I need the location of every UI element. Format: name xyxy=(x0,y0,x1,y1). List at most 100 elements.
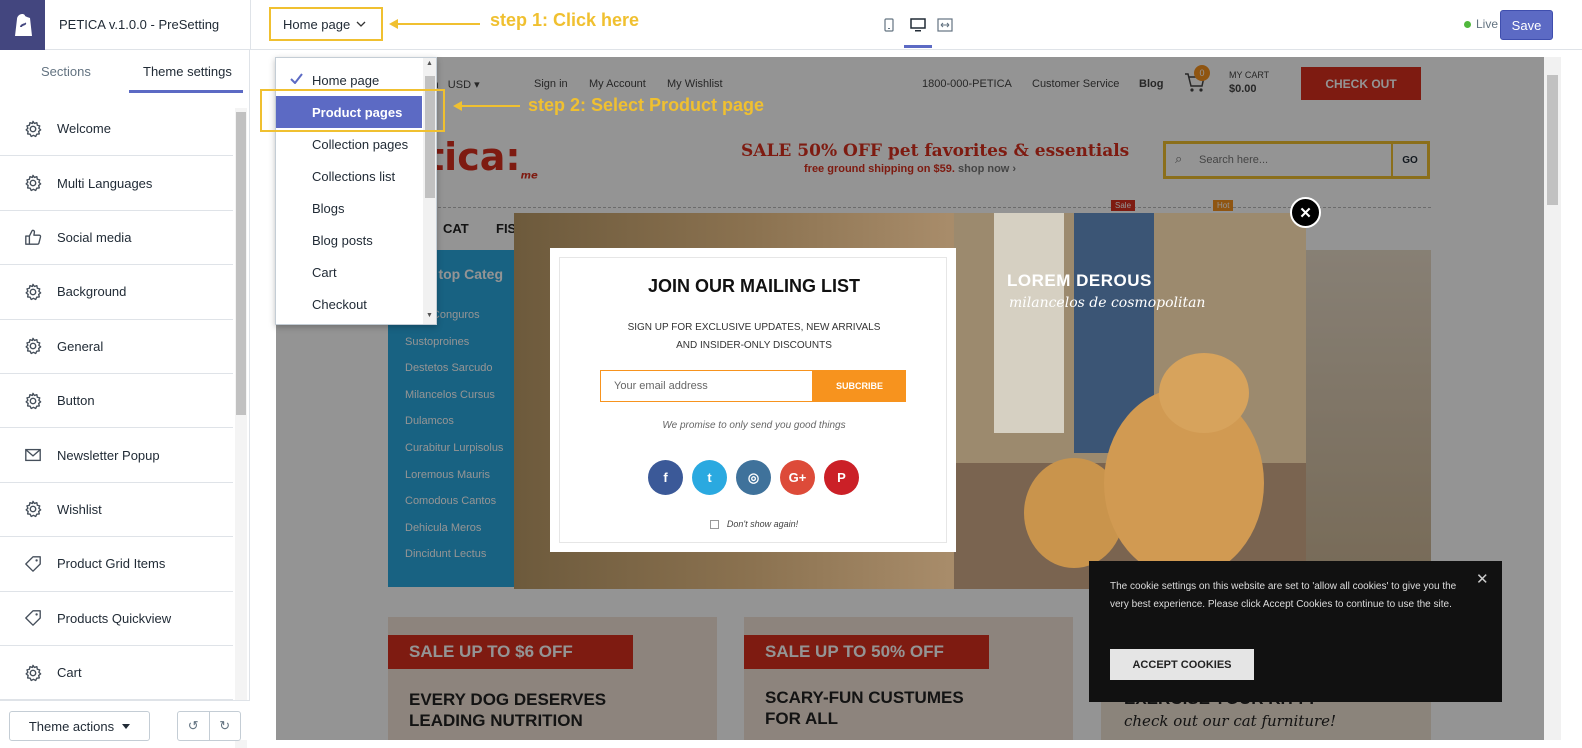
save-button[interactable]: Save xyxy=(1500,10,1553,40)
sidebar-item-social-media[interactable]: Social media xyxy=(0,211,233,266)
dont-show-label: Don't show again! xyxy=(726,519,799,529)
sidebar-item-label: Products Quickview xyxy=(57,610,172,626)
sidebar-item-newsletter-popup[interactable]: Newsletter Popup xyxy=(0,428,233,483)
sidebar-item-label: Social media xyxy=(57,229,132,245)
dont-show-checkbox[interactable] xyxy=(709,519,719,529)
page-select-dropdown[interactable]: Home page xyxy=(269,7,383,41)
sidebar-item-label: Background xyxy=(57,284,127,300)
step1-arrow-icon xyxy=(389,19,398,29)
popup-lorem-title: LOREM DEROUS xyxy=(1007,271,1152,290)
sidebar-tabs: Sections Theme settings xyxy=(0,50,250,95)
instagram-icon[interactable]: ◎ xyxy=(736,460,771,495)
dropdown-item-blogs[interactable]: Blogs xyxy=(276,192,422,224)
undo-icon[interactable]: ↺ xyxy=(178,712,210,740)
sidebar-item-label: General xyxy=(57,338,104,354)
live-dot-icon xyxy=(1464,20,1471,28)
sidebar-item-label: Multi Languages xyxy=(57,175,153,191)
fullscreen-view-icon[interactable] xyxy=(934,14,956,36)
preview-scrollbar[interactable] xyxy=(1544,57,1561,740)
undo-redo-group: ↺ ↻ xyxy=(177,711,241,741)
sidebar-item-label: Wishlist xyxy=(57,501,102,517)
facebook-icon[interactable]: f xyxy=(648,460,683,495)
sidebar-item-label: Cart xyxy=(57,665,82,681)
sidebar-item-label: Welcome xyxy=(57,121,111,137)
gear-icon xyxy=(23,336,43,356)
dropdown-item-collection-pages[interactable]: Collection pages xyxy=(276,128,422,160)
sidebar-item-wishlist[interactable]: Wishlist xyxy=(0,483,233,538)
sidebar-item-products-quickview[interactable]: Products Quickview xyxy=(0,592,233,646)
dropdown-item-label: Blogs xyxy=(312,200,345,216)
editor-topbar: PETICA v.1.0.0 - PreSetting Home page st… xyxy=(0,0,1582,50)
mailing-list-card-inner: JOIN OUR MAILING LIST SIGN UP FOR EXCLUS… xyxy=(559,257,947,543)
dropdown-item-label: Collections list xyxy=(312,168,396,184)
sidebar-item-multi-languages[interactable]: Multi Languages xyxy=(0,156,233,211)
sidebar-scrollbar[interactable] xyxy=(235,108,247,748)
sidebar-item-label: Button xyxy=(57,393,95,409)
cookie-banner: The cookie settings on this website are … xyxy=(1089,561,1502,702)
dropdown-item-label: Collection pages xyxy=(312,136,409,152)
mobile-view-icon[interactable] xyxy=(878,14,900,36)
tab-theme-settings[interactable]: Theme settings xyxy=(143,64,232,79)
gear-icon xyxy=(23,391,43,411)
sidebar-item-background[interactable]: Background xyxy=(0,265,233,320)
step2-arrow-line xyxy=(460,105,520,107)
sidebar-item-product-grid-items[interactable]: Product Grid Items xyxy=(0,537,233,592)
google-plus-icon[interactable]: G+ xyxy=(780,460,815,495)
dropdown-item-checkout[interactable]: Checkout xyxy=(276,288,422,320)
gear-icon xyxy=(23,119,43,139)
dont-show-again[interactable]: Don't show again! xyxy=(560,519,948,529)
theme-actions-button[interactable]: Theme actions xyxy=(9,711,150,741)
mailing-list-subtitle: SIGN UP FOR EXCLUSIVE UPDATES, NEW ARRIV… xyxy=(627,322,881,351)
accept-cookies-button[interactable]: ACCEPT COOKIES xyxy=(1110,649,1254,680)
cookie-close-icon[interactable]: ✕ xyxy=(1476,571,1489,589)
shopify-logo-icon[interactable] xyxy=(0,0,45,50)
social-links: f t ◎ G+ P xyxy=(648,460,859,495)
sidebar-scrollbar-thumb[interactable] xyxy=(236,112,246,415)
dropdown-item-label: Checkout xyxy=(312,296,367,312)
active-tab-indicator xyxy=(129,90,243,93)
gear-icon xyxy=(23,282,43,302)
subscribe-button[interactable]: SUBCRIBE xyxy=(813,370,906,402)
tag-icon xyxy=(23,554,43,574)
redo-icon[interactable]: ↻ xyxy=(210,712,241,740)
envelope-icon xyxy=(23,445,43,465)
desktop-view-indicator xyxy=(904,45,932,48)
sidebar-item-welcome[interactable]: Welcome xyxy=(0,102,233,157)
dropdown-item-blog-posts[interactable]: Blog posts xyxy=(276,224,422,256)
step2-highlight-box xyxy=(260,89,445,132)
tag-icon xyxy=(23,608,43,628)
sidebar-bottom-bar: Theme actions ↺ ↻ xyxy=(0,700,250,741)
dropdown-item-label: Cart xyxy=(312,264,337,280)
dropdown-item-collections-list[interactable]: Collections list xyxy=(276,160,422,192)
settings-list: Welcome Multi Languages Social media Backgr… xyxy=(0,102,233,701)
divider xyxy=(250,0,251,50)
popup-lorem-subtitle: milancelos de cosmopolitan xyxy=(1009,295,1206,311)
pinterest-icon[interactable]: P xyxy=(824,460,859,495)
sidebar-item-label: Product Grid Items xyxy=(57,556,166,572)
gear-icon xyxy=(23,663,43,683)
sidebar-item-label: Newsletter Popup xyxy=(57,447,160,463)
page-select-label: Home page xyxy=(283,16,351,32)
dropdown-item-cart[interactable]: Cart xyxy=(276,256,422,288)
sidebar-item-button[interactable]: Button xyxy=(0,374,233,429)
step2-annotation: step 2: Select Product page xyxy=(528,95,765,115)
gear-icon xyxy=(23,499,43,519)
dogs-photo xyxy=(954,213,1306,589)
dropdown-item-label: Home page xyxy=(312,72,380,88)
promise-text: We promise to only send you good things xyxy=(662,420,846,431)
email-field[interactable]: Your email address xyxy=(600,370,813,402)
sidebar-item-cart[interactable]: Cart xyxy=(0,646,233,701)
dropdown-scroll-down-icon[interactable]: ▼ xyxy=(426,312,433,319)
gear-icon xyxy=(23,173,43,193)
preview-scrollbar-thumb[interactable] xyxy=(1547,75,1558,205)
mailing-list-title: JOIN OUR MAILING LIST xyxy=(647,276,860,296)
live-label: Live xyxy=(1476,17,1499,31)
twitter-icon[interactable]: t xyxy=(692,460,727,495)
popup-close-icon[interactable]: ✕ xyxy=(1290,197,1321,228)
desktop-view-icon[interactable] xyxy=(907,14,929,36)
dropdown-scroll-arrows[interactable]: ▲ xyxy=(426,60,433,67)
checkmark-icon xyxy=(290,72,303,87)
caret-down-icon xyxy=(122,723,131,729)
sidebar-item-general[interactable]: General xyxy=(0,320,233,374)
tab-sections[interactable]: Sections xyxy=(41,64,91,79)
